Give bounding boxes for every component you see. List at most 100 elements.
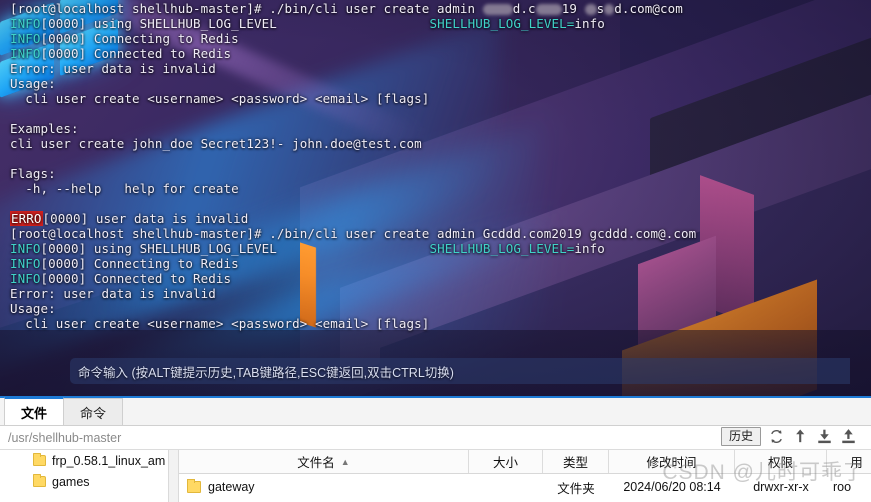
terminal-text: info [574,16,605,31]
current-path: /usr/shellhub-master [8,430,122,445]
terminal-text: ERRO [10,211,43,226]
folder-icon [187,479,201,493]
terminal-text: [0000] Connected to Redis [40,271,232,286]
redacted-token [604,4,615,15]
cell-size [469,474,543,500]
terminal-text: [0000] Connected to Redis [40,46,232,61]
terminal-text: s [596,1,605,16]
terminal-line: Flags: [10,166,871,181]
terminal-text: INFO [10,31,41,46]
download-icon[interactable] [816,428,833,445]
remote-terminal-app: [root@localhost shellhub-master]# ./bin/… [0,0,871,502]
file-table: 文件名 ▲ 大小 类型 修改时间 权限 用 gateway 文件夹 2024/0… [179,450,871,502]
tab-files-label: 文件 [21,405,48,421]
tree-scrollbar[interactable] [168,450,179,502]
terminal-text: INFO [10,256,41,271]
parent-directory-icon[interactable] [792,428,809,445]
directory-tree[interactable]: frp_0.58.1_linux_am games [0,450,168,502]
folder-icon [33,474,46,487]
column-header-mtime[interactable]: 修改时间 [609,450,735,473]
terminal-text: -h, --help help for create [10,181,239,196]
redacted-token [482,4,513,15]
history-button[interactable]: 历史 [720,427,761,446]
terminal-line: Usage: [10,76,871,91]
cell-mtime: 2024/06/20 08:14 [623,480,721,494]
path-bar[interactable]: /usr/shellhub-master 历史 [0,426,871,450]
file-manager-panel: 文件 命令 /usr/shellhub-master 历史 frp_0.58.1… [0,396,871,502]
terminal-text: info [574,241,605,256]
column-header-filename-label: 文件名 [297,456,335,470]
terminal-text: [root@localhost shellhub-master]# ./bin/… [10,226,697,241]
terminal-text: [0000] Connecting to Redis [40,256,239,271]
terminal-text: cli user create <username> <password> <e… [10,316,430,331]
terminal-pane[interactable]: [root@localhost shellhub-master]# ./bin/… [0,0,871,396]
column-header-owner[interactable]: 用 [827,450,871,473]
terminal-text: cli user create <username> <password> <e… [10,91,430,106]
tree-item[interactable]: games [0,471,168,492]
column-header-owner-label: 用 [850,456,863,470]
terminal-line: cli user create <username> <password> <e… [10,91,871,106]
column-header-filename[interactable]: 文件名 ▲ [179,450,469,473]
path-toolbar: 历史 [720,427,857,446]
terminal-line: ERRO[0000] user data is invalid [10,211,871,226]
table-row[interactable]: gateway 文件夹 2024/06/20 08:14 drwxr-xr-x … [179,474,871,500]
panel-tabs: 文件 命令 [0,397,871,426]
column-header-size[interactable]: 大小 [469,450,543,473]
terminal-text: SHELLHUB_LOG_LEVEL= [429,241,575,256]
terminal-line: Usage: [10,301,871,316]
terminal-text: Error: user data is invalid [10,61,216,76]
column-header-type-label: 类型 [562,456,588,470]
terminal-text: INFO [10,46,41,61]
tab-commands-label: 命令 [80,405,107,421]
terminal-line: INFO[0000] using SHELLHUB_LOG_LEVEL SHEL… [10,16,871,31]
command-input[interactable]: 命令输入 (按ALT键提示历史,TAB键路径,ESC键返回,双击CTRL切换) [70,358,850,384]
terminal-line: cli user create <username> <password> <e… [10,316,871,331]
terminal-text: [0000] using SHELLHUB_LOG_LEVEL [40,16,277,31]
column-header-type[interactable]: 类型 [543,450,609,473]
tree-item-label: games [52,474,90,489]
panel-body: frp_0.58.1_linux_am games 文件名 ▲ 大小 类型 修改… [0,450,871,502]
file-table-header: 文件名 ▲ 大小 类型 修改时间 权限 用 [179,450,871,474]
terminal-line: INFO[0000] using SHELLHUB_LOG_LEVEL SHEL… [10,241,871,256]
upload-icon[interactable] [840,428,857,445]
refresh-icon[interactable] [768,428,785,445]
terminal-text: d.com@com [614,1,683,16]
redacted-token [584,4,597,15]
terminal-line: [root@localhost shellhub-master]# ./bin/… [10,1,871,16]
terminal-text: d.c [512,1,536,16]
column-header-permissions-label: 权限 [767,456,793,470]
tree-item-label: frp_0.58.1_linux_am [52,453,166,468]
cell-permissions: drwxr-xr-x [753,480,809,494]
cell-type: 文件夹 [557,481,595,496]
terminal-output: [root@localhost shellhub-master]# ./bin/… [0,0,871,331]
terminal-text: INFO [10,16,41,31]
terminal-text: SHELLHUB_LOG_LEVEL= [429,16,575,31]
terminal-line: Error: user data is invalid [10,61,871,76]
column-header-mtime-label: 修改时间 [646,456,697,470]
terminal-text: Flags: [10,166,56,181]
tab-files[interactable]: 文件 [4,397,65,425]
terminal-text: 19 [561,1,585,16]
command-input-placeholder: 命令输入 (按ALT键提示历史,TAB键路径,ESC键返回,双击CTRL切换) [78,365,454,380]
terminal-line: INFO[0000] Connecting to Redis [10,31,871,46]
cell-owner: roo [833,480,852,494]
terminal-text: [root@localhost shellhub-master]# ./bin/… [10,1,483,16]
terminal-line: Error: user data is invalid [10,286,871,301]
column-header-permissions[interactable]: 权限 [735,450,827,473]
column-header-size-label: 大小 [492,456,518,470]
terminal-text: cli user create john_doe Secret123!- joh… [10,136,422,151]
terminal-line: INFO[0000] Connected to Redis [10,271,871,286]
tree-item[interactable]: frp_0.58.1_linux_am [0,450,168,471]
terminal-line: INFO[0000] Connecting to Redis [10,256,871,271]
tab-commands[interactable]: 命令 [63,398,124,425]
terminal-line: INFO[0000] Connected to Redis [10,46,871,61]
cell-filename: gateway [179,474,469,500]
sort-asc-icon: ▲ [340,456,350,467]
terminal-text: Usage: [10,301,56,316]
cell-filename-label: gateway [208,480,255,494]
